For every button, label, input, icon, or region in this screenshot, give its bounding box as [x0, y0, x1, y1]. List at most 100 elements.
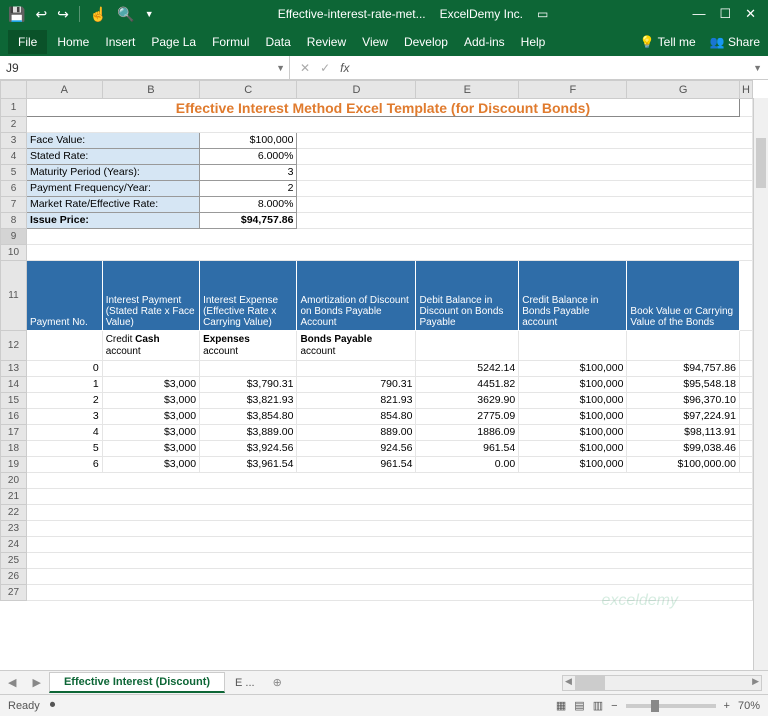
table-cell[interactable] [102, 361, 199, 377]
tab-nav-prev[interactable]: ◀ [0, 676, 24, 689]
ribbon-display-icon[interactable]: ▭ [537, 7, 548, 21]
table-cell[interactable]: $3,790.31 [200, 377, 297, 393]
close-icon[interactable]: ✕ [745, 6, 756, 22]
tab-nav-next[interactable]: ▶ [24, 676, 48, 689]
input-value[interactable]: 8.000% [200, 197, 297, 213]
input-value[interactable]: 2 [200, 181, 297, 197]
col-header[interactable]: H [739, 81, 752, 99]
table-cell[interactable]: $100,000 [519, 409, 627, 425]
table-cell[interactable]: $100,000 [519, 393, 627, 409]
input-value[interactable]: 3 [200, 165, 297, 181]
zoom-level[interactable]: 70% [738, 700, 760, 712]
table-cell[interactable]: 961.54 [416, 441, 519, 457]
chevron-down-icon[interactable]: ▼ [276, 63, 285, 73]
table-cell[interactable]: $100,000 [519, 377, 627, 393]
row-header[interactable]: 10 [1, 245, 27, 261]
row-header[interactable]: 14 [1, 377, 27, 393]
table-cell[interactable]: $3,000 [102, 409, 199, 425]
touch-mode-icon[interactable]: ☝ [90, 6, 107, 23]
new-sheet-icon[interactable]: ⊕ [265, 676, 290, 689]
table-cell[interactable]: 0 [26, 361, 102, 377]
table-cell[interactable]: $3,000 [102, 457, 199, 473]
tab-page-layout[interactable]: Page La [145, 30, 202, 54]
col-header[interactable]: F [519, 81, 627, 99]
row-header[interactable]: 23 [1, 521, 27, 537]
row-header[interactable]: 9 [1, 229, 27, 245]
row-header[interactable]: 2 [1, 117, 27, 133]
row-header[interactable]: 17 [1, 425, 27, 441]
table-cell[interactable]: 0.00 [416, 457, 519, 473]
select-all[interactable] [1, 81, 27, 99]
name-box[interactable]: J9▼ [0, 56, 290, 79]
vertical-scrollbar[interactable] [753, 98, 768, 670]
table-cell[interactable]: 2775.09 [416, 409, 519, 425]
row-header[interactable]: 5 [1, 165, 27, 181]
table-cell[interactable]: 889.00 [297, 425, 416, 441]
sheet-tab-active[interactable]: Effective Interest (Discount) [49, 672, 225, 693]
row-header[interactable]: 18 [1, 441, 27, 457]
tab-data[interactable]: Data [259, 30, 296, 54]
macro-record-icon[interactable]: ⏺ [50, 699, 56, 712]
table-cell[interactable]: $97,224.91 [627, 409, 740, 425]
row-header[interactable]: 21 [1, 489, 27, 505]
row-header[interactable]: 3 [1, 133, 27, 149]
preview-icon[interactable]: 🔍 [117, 6, 134, 23]
row-header[interactable]: 24 [1, 537, 27, 553]
col-header[interactable]: B [102, 81, 199, 99]
table-cell[interactable]: 924.56 [297, 441, 416, 457]
table-cell[interactable]: $98,113.91 [627, 425, 740, 441]
zoom-in-icon[interactable]: + [724, 700, 730, 712]
tab-review[interactable]: Review [301, 30, 352, 54]
input-value[interactable]: 6.000% [200, 149, 297, 165]
row-header[interactable]: 16 [1, 409, 27, 425]
table-cell[interactable]: 854.80 [297, 409, 416, 425]
table-cell[interactable]: $100,000 [519, 361, 627, 377]
row-header[interactable]: 26 [1, 569, 27, 585]
table-cell[interactable]: 961.54 [297, 457, 416, 473]
share-button[interactable]: 👥 Share [710, 35, 760, 49]
row-header[interactable]: 15 [1, 393, 27, 409]
table-cell[interactable]: $3,821.93 [200, 393, 297, 409]
row-header[interactable]: 20 [1, 473, 27, 489]
table-cell[interactable]: 4 [26, 425, 102, 441]
save-icon[interactable]: 💾 [8, 6, 25, 23]
tab-insert[interactable]: Insert [99, 30, 141, 54]
table-cell[interactable] [200, 361, 297, 377]
qat-dropdown-icon[interactable]: ▼ [145, 9, 154, 19]
view-normal-icon[interactable]: ▦ [556, 699, 566, 712]
view-break-icon[interactable]: ▥ [593, 699, 603, 712]
table-cell[interactable]: $3,854.80 [200, 409, 297, 425]
zoom-out-icon[interactable]: − [611, 700, 617, 712]
tell-me[interactable]: 💡 Tell me [640, 35, 696, 49]
tab-file[interactable]: File [8, 30, 47, 54]
view-page-icon[interactable]: ▤ [574, 699, 584, 712]
row-header[interactable]: 11 [1, 261, 27, 331]
tab-home[interactable]: Home [51, 30, 95, 54]
minimize-icon[interactable]: — [692, 6, 705, 22]
table-cell[interactable]: $3,000 [102, 441, 199, 457]
table-cell[interactable]: 1886.09 [416, 425, 519, 441]
table-cell[interactable]: $96,370.10 [627, 393, 740, 409]
table-cell[interactable]: 790.31 [297, 377, 416, 393]
sheet-tab-2[interactable]: E ... [225, 674, 265, 692]
tab-view[interactable]: View [356, 30, 394, 54]
row-header[interactable]: 6 [1, 181, 27, 197]
table-cell[interactable]: $3,889.00 [200, 425, 297, 441]
table-cell[interactable]: 2 [26, 393, 102, 409]
table-cell[interactable]: 4451.82 [416, 377, 519, 393]
input-value[interactable]: $100,000 [200, 133, 297, 149]
table-cell[interactable]: $95,548.18 [627, 377, 740, 393]
table-cell[interactable]: 3 [26, 409, 102, 425]
row-header[interactable]: 1 [1, 99, 27, 117]
table-cell[interactable]: $100,000 [519, 441, 627, 457]
table-cell[interactable]: $3,000 [102, 393, 199, 409]
row-header[interactable]: 12 [1, 331, 27, 361]
row-header[interactable]: 25 [1, 553, 27, 569]
input-value[interactable]: $94,757.86 [200, 213, 297, 229]
horizontal-scrollbar[interactable]: ◀ ▶ [562, 675, 762, 691]
table-cell[interactable]: $99,038.46 [627, 441, 740, 457]
expand-formula-icon[interactable]: ▼ [747, 63, 768, 73]
col-header[interactable]: C [200, 81, 297, 99]
redo-icon[interactable]: ↪ [57, 6, 69, 23]
table-cell[interactable]: 1 [26, 377, 102, 393]
